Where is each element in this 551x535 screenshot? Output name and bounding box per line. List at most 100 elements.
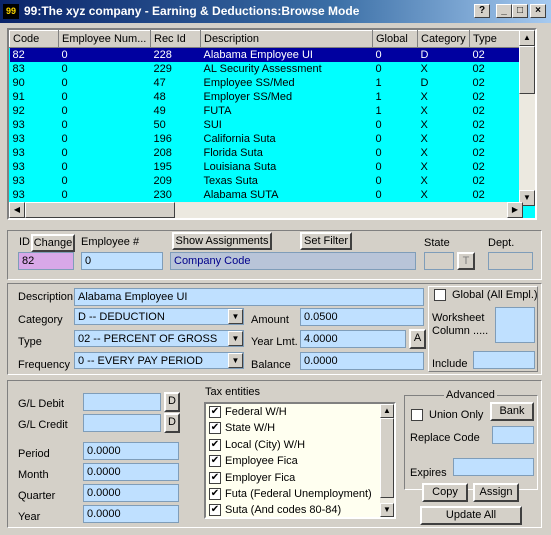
- state-t-button[interactable]: T: [457, 252, 475, 270]
- minimize-button[interactable]: _: [496, 4, 512, 18]
- gl-credit-d-button[interactable]: D: [164, 413, 180, 433]
- column-header[interactable]: Code: [9, 30, 59, 48]
- tax-entity-item[interactable]: ✔ Futa (Federal Unemployment): [206, 486, 394, 502]
- tax-entity-item[interactable]: ✔ State W/H: [206, 420, 394, 436]
- table-cell: 0: [58, 47, 151, 62]
- scroll-left-icon[interactable]: ◀: [9, 202, 25, 218]
- tax-entity-item[interactable]: ✔ Federal W/H: [206, 404, 394, 420]
- tax-entity-label: Employer Fica: [225, 471, 296, 484]
- table-cell: 02: [472, 133, 485, 145]
- table-cell: X: [420, 189, 428, 201]
- scroll-right-icon[interactable]: ▶: [507, 202, 523, 218]
- table-cell: X: [420, 147, 428, 159]
- checkmark-icon[interactable]: ✔: [209, 487, 221, 500]
- checkmark-icon[interactable]: ✔: [209, 406, 221, 418]
- checkmark-icon[interactable]: ✔: [209, 455, 221, 468]
- table-row[interactable]: 93 0 196 California Suta 0 X 02: [10, 132, 520, 146]
- chevron-down-icon[interactable]: ▼: [228, 331, 243, 346]
- tax-entity-item[interactable]: ✔ Suta (And codes 80-84): [206, 502, 394, 517]
- vertical-scrollbar[interactable]: ▲ ▼: [519, 30, 535, 206]
- bank-button[interactable]: Bank: [490, 402, 534, 421]
- gl-debit-field[interactable]: [83, 393, 161, 411]
- month-field[interactable]: 0.0000: [83, 463, 179, 481]
- include-field[interactable]: [473, 351, 535, 369]
- table-row[interactable]: 92 0 49 FUTA 1 X 02: [10, 104, 520, 118]
- table-row[interactable]: 93 0 230 Alabama SUTA 0 X 02: [10, 188, 520, 202]
- column-header[interactable]: Global: [372, 30, 418, 48]
- maximize-button[interactable]: □: [512, 4, 528, 18]
- hscroll-thumb[interactable]: [25, 202, 175, 218]
- table-cell: Texas Suta: [203, 175, 258, 187]
- checkmark-icon[interactable]: ✔: [209, 438, 221, 451]
- set-filter-button[interactable]: Set Filter: [300, 232, 352, 250]
- type-select[interactable]: 02 -- PERCENT OF GROSS ▼: [74, 330, 244, 347]
- expires-field[interactable]: [453, 458, 534, 476]
- balance-field[interactable]: 0.0000: [300, 352, 424, 370]
- gl-debit-d-button[interactable]: D: [164, 392, 180, 412]
- table-cell: 229: [153, 63, 172, 75]
- checkmark-icon[interactable]: ✔: [209, 504, 221, 517]
- table-cell: 0: [61, 189, 68, 201]
- help-button[interactable]: ?: [474, 4, 490, 18]
- table-row[interactable]: 93 0 208 Florida Suta 0 X 02: [10, 146, 520, 160]
- show-assignments-button[interactable]: Show Assignments: [172, 232, 272, 250]
- dept-field[interactable]: [488, 252, 533, 270]
- table-row[interactable]: 93 0 50 SUI 0 X 02: [10, 118, 520, 132]
- column-header[interactable]: Rec Id: [150, 30, 201, 48]
- tax-entity-label: Employee Fica: [225, 455, 298, 468]
- chevron-down-icon[interactable]: ▼: [228, 309, 243, 324]
- table-row[interactable]: 90 0 47 Employee SS/Med 1 D 02: [10, 76, 520, 90]
- table-cell: 0: [375, 161, 382, 173]
- amount-field[interactable]: 0.0500: [300, 308, 424, 326]
- scroll-thumb[interactable]: [519, 46, 535, 94]
- table-row[interactable]: 93 0 195 Louisiana Suta 0 X 02: [10, 160, 520, 174]
- table-cell: X: [420, 105, 428, 117]
- scroll-thumb[interactable]: [380, 418, 394, 498]
- close-button[interactable]: ×: [530, 4, 546, 18]
- scroll-up-icon[interactable]: ▲: [380, 404, 394, 418]
- tax-entity-item[interactable]: ✔ Employee Fica: [206, 453, 394, 469]
- gl-credit-field[interactable]: [83, 414, 161, 432]
- column-header[interactable]: Description: [200, 30, 373, 48]
- column-header[interactable]: Category: [417, 30, 470, 48]
- checkmark-icon[interactable]: ✔: [209, 471, 221, 484]
- global-checkbox[interactable]: [434, 289, 446, 301]
- frequency-select[interactable]: 0 -- EVERY PAY PERIOD ▼: [74, 352, 244, 369]
- tax-entity-item[interactable]: ✔ Local (City) W/H: [206, 437, 394, 453]
- year-field[interactable]: 0.0000: [83, 505, 179, 523]
- table-cell: 93: [12, 147, 25, 159]
- employee-field[interactable]: 0: [81, 252, 163, 270]
- column-header[interactable]: Employee Num...: [58, 30, 151, 48]
- id-field[interactable]: 82: [18, 252, 74, 270]
- table-row[interactable]: 93 0 209 Texas Suta 0 X 02: [10, 174, 520, 188]
- update-all-button[interactable]: Update All: [420, 506, 522, 525]
- replace-code-field[interactable]: [492, 426, 534, 444]
- table-row[interactable]: 91 0 48 Employer SS/Med 1 X 02: [10, 90, 520, 104]
- state-field[interactable]: [424, 252, 454, 270]
- change-button[interactable]: Change: [31, 234, 75, 252]
- chevron-down-icon[interactable]: ▼: [228, 353, 243, 368]
- tax-list-scrollbar[interactable]: ▲ ▼: [380, 404, 394, 517]
- description-field[interactable]: Alabama Employee UI: [74, 288, 424, 306]
- period-field[interactable]: 0.0000: [83, 442, 179, 460]
- scroll-up-icon[interactable]: ▲: [519, 30, 535, 46]
- tax-entity-item[interactable]: ✔ Employer Fica: [206, 470, 394, 486]
- worksheet-column-field[interactable]: [495, 307, 535, 343]
- year-limit-field[interactable]: 4.0000: [300, 330, 406, 348]
- horizontal-scrollbar[interactable]: ◀ ▶: [9, 202, 523, 218]
- union-only-checkbox[interactable]: [411, 409, 423, 421]
- table-row[interactable]: 82 0 228 Alabama Employee UI 0 D 02: [9, 47, 520, 62]
- assign-button[interactable]: Assign: [473, 483, 519, 502]
- quarter-field[interactable]: 0.0000: [83, 484, 179, 502]
- table-cell: 02: [469, 47, 520, 62]
- scroll-down-icon[interactable]: ▼: [380, 503, 394, 517]
- frequency-label: Frequency: [18, 359, 70, 371]
- copy-button[interactable]: Copy: [422, 483, 468, 502]
- checkmark-icon[interactable]: ✔: [209, 422, 221, 435]
- category-select[interactable]: D -- DEDUCTION ▼: [74, 308, 244, 325]
- table-cell: 1: [375, 105, 382, 117]
- table-row[interactable]: 83 0 229 AL Security Assessment 0 X 02: [10, 62, 520, 76]
- column-header[interactable]: Type: [469, 30, 520, 48]
- year-limit-a-button[interactable]: A: [409, 329, 426, 349]
- table-cell: 02: [472, 189, 485, 201]
